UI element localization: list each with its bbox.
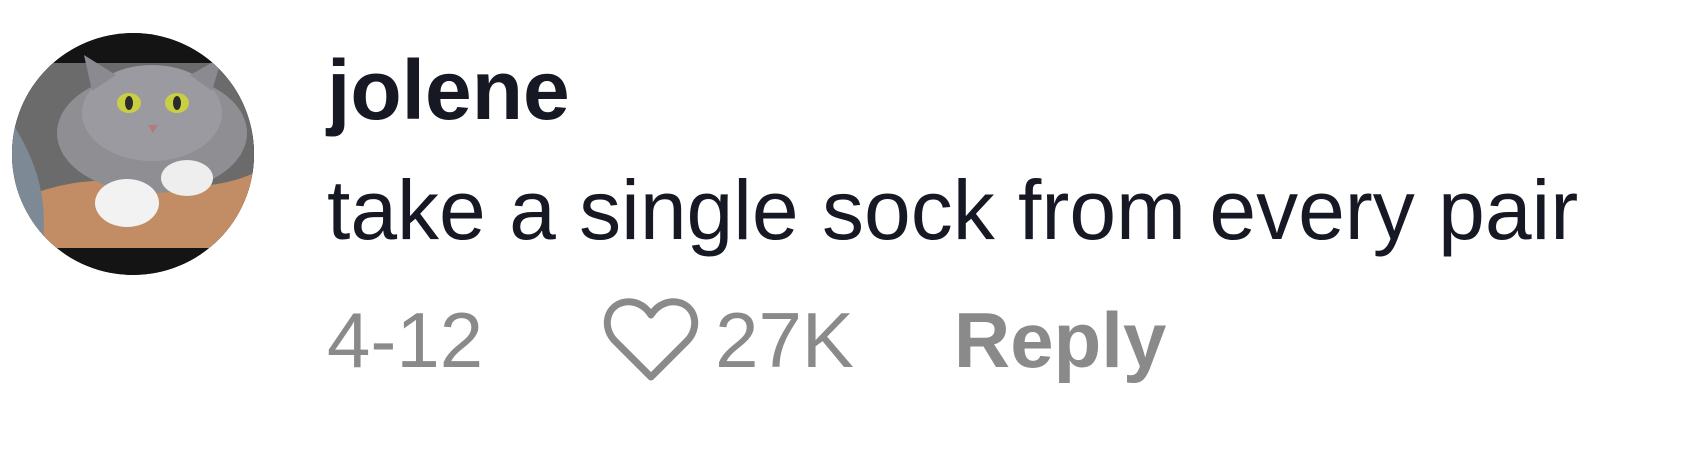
like-button[interactable]: 27K bbox=[601, 295, 854, 385]
reply-button[interactable]: Reply bbox=[954, 301, 1166, 379]
comment-meta: 4-12 27K Reply bbox=[327, 295, 1166, 385]
comment-username[interactable]: jolene bbox=[327, 48, 570, 132]
comment-item: jolene take a single sock from every pai… bbox=[0, 0, 1690, 454]
comment-date: 4-12 bbox=[327, 296, 484, 384]
comment-text: take a single sock from every pair bbox=[327, 163, 1579, 257]
like-count: 27K bbox=[715, 296, 854, 384]
cat-avatar-image bbox=[12, 33, 254, 275]
heart-outline-icon bbox=[604, 298, 699, 381]
user-avatar[interactable] bbox=[12, 33, 254, 275]
